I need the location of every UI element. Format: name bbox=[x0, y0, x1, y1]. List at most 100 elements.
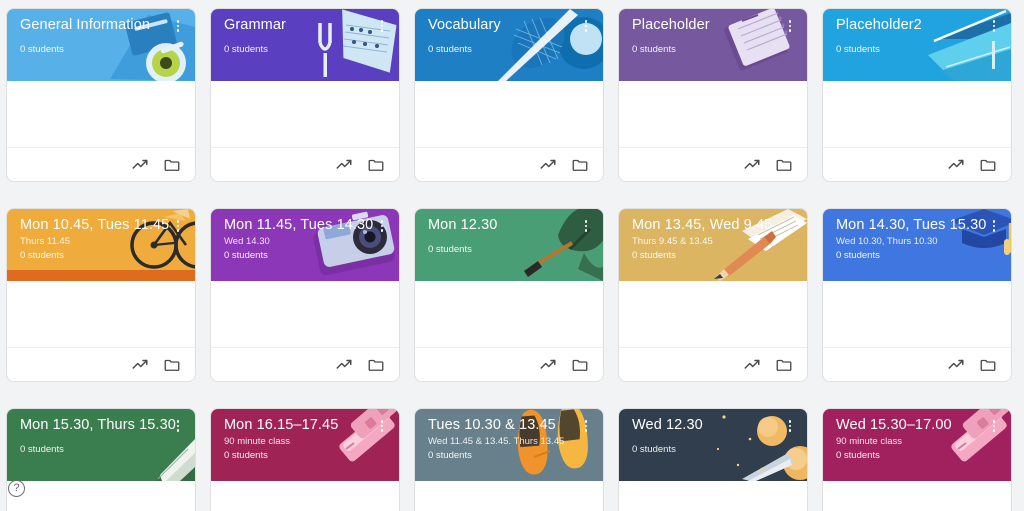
open-class-folder-icon[interactable] bbox=[775, 156, 793, 174]
class-card-header[interactable]: Wed 12.30 0 students bbox=[619, 409, 807, 481]
class-card-header[interactable]: Mon 15.30, Thurs 15.30 0 students bbox=[7, 409, 195, 481]
class-card-body bbox=[7, 281, 195, 347]
class-card[interactable]: Mon 13.45, Wed 9.45 Thurs 9.45 & 13.45 0… bbox=[618, 208, 808, 382]
class-card-body bbox=[823, 481, 1011, 511]
class-card-more-options-icon[interactable] bbox=[782, 417, 798, 435]
class-card-header[interactable]: Vocabulary 0 students bbox=[415, 9, 603, 81]
class-card[interactable]: Mon 12.30 0 students bbox=[414, 208, 604, 382]
class-card-more-options-icon[interactable] bbox=[986, 17, 1002, 35]
class-card[interactable]: Placeholder2 0 students bbox=[822, 8, 1012, 182]
class-card-body bbox=[619, 481, 807, 511]
class-card-more-options-icon[interactable] bbox=[170, 417, 186, 435]
class-card-subtitle: Wed 10.30, Thurs 10.30 bbox=[836, 236, 938, 247]
class-card-more-options-icon[interactable] bbox=[986, 417, 1002, 435]
class-card-body bbox=[7, 481, 195, 511]
class-card-footer bbox=[211, 147, 399, 181]
class-card-title: Mon 14.30, Tues 15.30 bbox=[836, 217, 987, 233]
class-card-body bbox=[415, 281, 603, 347]
class-card[interactable]: General Information 0 students bbox=[6, 8, 196, 182]
open-class-folder-icon[interactable] bbox=[163, 156, 181, 174]
class-card-header[interactable]: Placeholder2 0 students bbox=[823, 9, 1011, 81]
help-button[interactable]: ? bbox=[8, 480, 25, 497]
class-card-header[interactable]: Grammar 0 students bbox=[211, 9, 399, 81]
class-card-subtitle: 90 minute class bbox=[224, 436, 291, 447]
class-card-header[interactable]: Tues 10.30 & 13.45 Wed 11.45 & 13.45. Th… bbox=[415, 409, 603, 481]
class-card-title: Mon 11.45, Tues 14.30 bbox=[224, 217, 374, 233]
class-card-header[interactable]: Wed 15.30–17.00 90 minute class 0 studen… bbox=[823, 409, 1011, 481]
class-card-body bbox=[415, 481, 603, 511]
class-card-title: Placeholder2 bbox=[836, 17, 922, 33]
class-card-grid: General Information 0 students Grammar 0… bbox=[0, 0, 1024, 511]
class-card[interactable]: Mon 10.45, Tues 11.45 Thurs 11.45 0 stud… bbox=[6, 208, 196, 382]
class-card-more-options-icon[interactable] bbox=[374, 17, 390, 35]
class-card-header[interactable]: Mon 13.45, Wed 9.45 Thurs 9.45 & 13.45 0… bbox=[619, 209, 807, 281]
class-card[interactable]: Placeholder 0 students bbox=[618, 8, 808, 182]
class-card-more-options-icon[interactable] bbox=[578, 17, 594, 35]
class-card-header[interactable]: Mon 12.30 0 students bbox=[415, 209, 603, 281]
class-card[interactable]: Mon 16.15–17.45 90 minute class 0 studen… bbox=[210, 408, 400, 511]
class-card[interactable]: Wed 15.30–17.00 90 minute class 0 studen… bbox=[822, 408, 1012, 511]
open-class-folder-icon[interactable] bbox=[775, 356, 793, 374]
class-card-body bbox=[619, 281, 807, 347]
open-class-folder-icon[interactable] bbox=[163, 356, 181, 374]
class-card-student-count: 0 students bbox=[632, 444, 676, 455]
class-card-title: Mon 12.30 bbox=[428, 217, 498, 233]
class-card-more-options-icon[interactable] bbox=[782, 217, 798, 235]
class-card-more-options-icon[interactable] bbox=[782, 17, 798, 35]
open-class-progress-icon[interactable] bbox=[947, 356, 965, 374]
open-class-folder-icon[interactable] bbox=[979, 356, 997, 374]
class-card-footer bbox=[415, 347, 603, 381]
class-card-title: Placeholder bbox=[632, 17, 710, 33]
class-card-title: Wed 15.30–17.00 bbox=[836, 417, 952, 433]
class-card-student-count: 0 students bbox=[20, 44, 64, 55]
class-card-title: Mon 15.30, Thurs 15.30 bbox=[20, 417, 176, 433]
class-card-student-count: 0 students bbox=[428, 450, 472, 461]
open-class-folder-icon[interactable] bbox=[571, 356, 589, 374]
class-card-body bbox=[211, 81, 399, 147]
class-card-more-options-icon[interactable] bbox=[170, 17, 186, 35]
class-card[interactable]: Mon 15.30, Thurs 15.30 0 students bbox=[6, 408, 196, 511]
class-card-subtitle: Wed 14.30 bbox=[224, 236, 270, 247]
class-card-student-count: 0 students bbox=[836, 44, 880, 55]
class-card-header[interactable]: Mon 10.45, Tues 11.45 Thurs 11.45 0 stud… bbox=[7, 209, 195, 281]
class-card-student-count: 0 students bbox=[428, 44, 472, 55]
class-card-body bbox=[211, 281, 399, 347]
open-class-folder-icon[interactable] bbox=[979, 156, 997, 174]
open-class-progress-icon[interactable] bbox=[743, 156, 761, 174]
open-class-progress-icon[interactable] bbox=[335, 156, 353, 174]
class-card-footer bbox=[7, 347, 195, 381]
class-card-header[interactable]: General Information 0 students bbox=[7, 9, 195, 81]
open-class-progress-icon[interactable] bbox=[131, 356, 149, 374]
class-card-more-options-icon[interactable] bbox=[170, 217, 186, 235]
class-card[interactable]: Tues 10.30 & 13.45 Wed 11.45 & 13.45. Th… bbox=[414, 408, 604, 511]
open-class-progress-icon[interactable] bbox=[743, 356, 761, 374]
open-class-progress-icon[interactable] bbox=[131, 156, 149, 174]
class-card-more-options-icon[interactable] bbox=[986, 217, 1002, 235]
class-card-header[interactable]: Mon 16.15–17.45 90 minute class 0 studen… bbox=[211, 409, 399, 481]
open-class-folder-icon[interactable] bbox=[367, 356, 385, 374]
class-card-more-options-icon[interactable] bbox=[578, 417, 594, 435]
class-card-student-count: 0 students bbox=[632, 44, 676, 55]
open-class-progress-icon[interactable] bbox=[539, 156, 557, 174]
class-card-subtitle: 90 minute class bbox=[836, 436, 903, 447]
class-card-header[interactable]: Mon 14.30, Tues 15.30 Wed 10.30, Thurs 1… bbox=[823, 209, 1011, 281]
class-card-body bbox=[7, 81, 195, 147]
class-card-footer bbox=[823, 347, 1011, 381]
class-card-more-options-icon[interactable] bbox=[374, 217, 390, 235]
open-class-progress-icon[interactable] bbox=[539, 356, 557, 374]
open-class-progress-icon[interactable] bbox=[947, 156, 965, 174]
class-card-header[interactable]: Placeholder 0 students bbox=[619, 9, 807, 81]
open-class-folder-icon[interactable] bbox=[367, 156, 385, 174]
class-card-more-options-icon[interactable] bbox=[578, 217, 594, 235]
class-card-more-options-icon[interactable] bbox=[374, 417, 390, 435]
open-class-progress-icon[interactable] bbox=[335, 356, 353, 374]
class-card-header[interactable]: Mon 11.45, Tues 14.30 Wed 14.30 0 studen… bbox=[211, 209, 399, 281]
class-card[interactable]: Vocabulary 0 students bbox=[414, 8, 604, 182]
class-card-subtitle: Thurs 11.45 bbox=[20, 236, 70, 247]
class-card[interactable]: Mon 14.30, Tues 15.30 Wed 10.30, Thurs 1… bbox=[822, 208, 1012, 382]
open-class-folder-icon[interactable] bbox=[571, 156, 589, 174]
class-card-student-count: 0 students bbox=[836, 450, 880, 461]
class-card[interactable]: Wed 12.30 0 students bbox=[618, 408, 808, 511]
class-card[interactable]: Mon 11.45, Tues 14.30 Wed 14.30 0 studen… bbox=[210, 208, 400, 382]
class-card[interactable]: Grammar 0 students bbox=[210, 8, 400, 182]
